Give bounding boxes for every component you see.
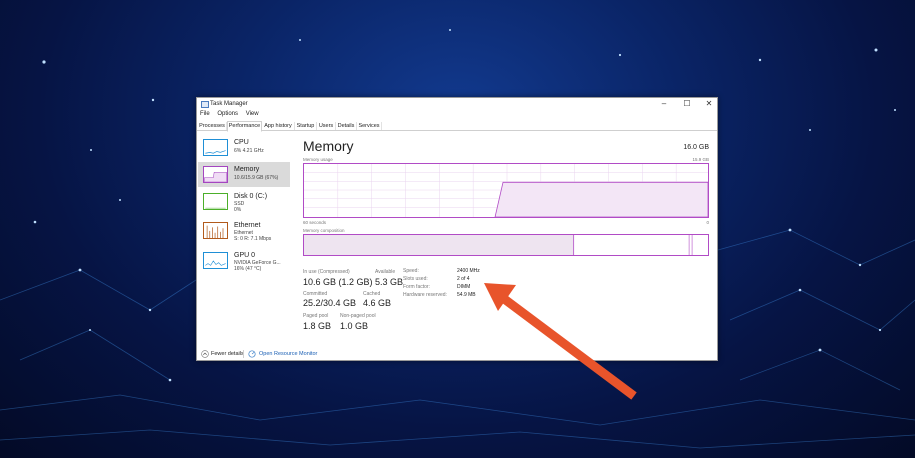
graph-time-span: 60 seconds [303,220,327,225]
sidebar-item-ethernet[interactable]: Ethernet Ethernet S: 0 R: 7.1 Mbps [198,218,290,243]
tab-details[interactable]: Details [336,122,357,130]
tab-processes[interactable]: Processes [198,122,227,130]
form-factor-value: DIMM [457,284,471,290]
slots-used-label: Slots used: [403,276,428,282]
sidebar-disk-usage: 0% [234,207,242,213]
task-manager-icon [201,101,209,108]
footer-divider [243,350,244,358]
sidebar-item-gpu[interactable]: GPU 0 NVIDIA GeForce G... 16% (47 °C) [198,248,290,273]
paged-pool-label: Paged pool [303,313,329,319]
sidebar-label-ethernet: Ethernet [234,222,261,229]
tab-users[interactable]: Users [317,122,336,130]
memory-usage-label: Memory usage [303,157,333,162]
sidebar-label-gpu: GPU 0 [234,252,256,259]
tab-startup[interactable]: Startup [295,122,317,130]
sidebar-item-cpu[interactable]: CPU 6% 4.21 GHz [198,135,290,160]
in-use-value: 10.6 GB (1.2 GB) [303,277,373,287]
cached-value: 4.6 GB [363,298,392,308]
page-title: Memory [303,138,354,154]
available-label: Available [375,269,396,275]
memory-detail-panel: Memory 16.0 GB Memory usage 15.9 GB 60 s… [303,138,711,338]
memory-graph-thumbnail [203,166,228,183]
form-factor-label: Form factor: [403,284,430,290]
committed-value: 25.2/30.4 GB [303,298,357,308]
footer-bar: Fewer details Open Resource Monitor [197,348,717,360]
open-resource-monitor-link[interactable]: Open Resource Monitor [259,351,317,357]
sidebar-label-disk: Disk 0 (C:) [234,193,268,200]
memory-total: 16.0 GB [683,144,709,151]
fewer-details-link[interactable]: Fewer details [211,351,244,357]
menu-file[interactable]: File [200,111,210,117]
window-title: Task Manager [210,101,248,107]
graph-time-end: 0 [706,220,709,225]
tab-app-history[interactable]: App history [262,122,295,130]
task-manager-window: Task Manager – ☐ ✕ File Options View Pro… [196,97,718,361]
available-value: 5.3 GB [375,277,404,287]
sidebar-memory-detail: 10.6/15.9 GB (67%) [234,175,279,181]
committed-label: Committed [303,291,328,297]
tab-services[interactable]: Services [357,122,382,130]
memory-composition-bar [303,234,709,256]
memory-usage-max: 15.9 GB [692,157,709,162]
gpu-graph-thumbnail [203,252,228,269]
minimize-button[interactable]: – [655,99,673,109]
close-button[interactable]: ✕ [700,99,718,109]
slots-used-value: 2 of 4 [457,276,470,282]
sidebar-label-memory: Memory [234,166,260,173]
sidebar-ethernet-throughput: S: 0 R: 7.1 Mbps [234,236,272,242]
disk-graph-thumbnail [203,193,228,210]
hardware-reserved-label: Hardware reserved: [403,292,447,298]
memory-usage-graph [303,163,709,218]
chevron-up-icon[interactable] [201,350,209,358]
cached-label: Cached [363,291,381,297]
paged-pool-value: 1.8 GB [303,321,332,331]
menu-view[interactable]: View [246,111,259,117]
memory-composition-label: Memory composition [303,228,345,233]
non-paged-pool-value: 1.0 GB [340,321,369,331]
ethernet-graph-thumbnail [203,222,228,239]
sidebar-item-memory[interactable]: Memory 10.6/15.9 GB (67%) [198,162,290,187]
in-use-label: In use (Compressed) [303,269,350,275]
hardware-reserved-value: 54.9 MB [457,292,476,298]
resource-sidebar: CPU 6% 4.21 GHz Memory 10.6/15.9 GB (67%… [198,133,290,345]
sidebar-item-disk[interactable]: Disk 0 (C:) SSD 0% [198,189,290,214]
sidebar-cpu-detail: 6% 4.21 GHz [234,148,264,154]
tab-bar: Processes Performance App history Startu… [197,121,717,132]
cpu-graph-thumbnail [203,139,228,156]
menu-options[interactable]: Options [217,111,238,117]
title-bar[interactable]: Task Manager – ☐ ✕ [197,98,717,110]
speed-label: Speed: [403,268,419,274]
speed-value: 2400 MHz [457,268,480,274]
sidebar-gpu-usage: 16% (47 °C) [234,266,262,272]
resource-monitor-icon [248,350,256,358]
sidebar-label-cpu: CPU [234,139,249,146]
tab-performance[interactable]: Performance [227,121,262,132]
non-paged-pool-label: Non-paged pool [340,313,376,319]
menu-bar: File Options View [197,111,262,120]
maximize-button[interactable]: ☐ [678,99,696,109]
